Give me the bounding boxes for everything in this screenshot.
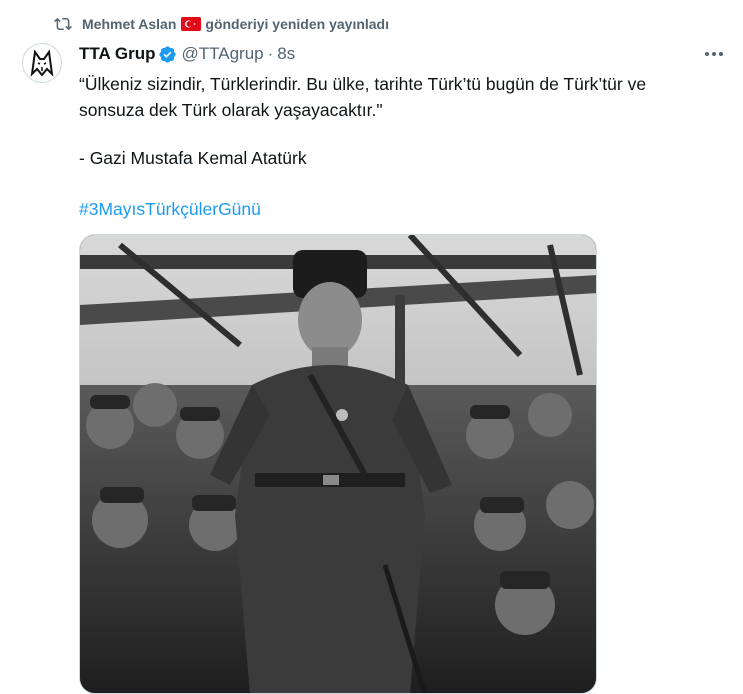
tweet-text-line: “Ülkeniz sizindir, Türklerindir. Bu ülke… xyxy=(79,74,647,94)
wolf-logo-icon xyxy=(30,49,54,77)
repost-indicator[interactable]: Mehmet Aslan gönderiyi yeniden yayınladı xyxy=(54,13,389,35)
repost-icon xyxy=(54,17,72,31)
tweet-photo[interactable] xyxy=(79,234,597,694)
ellipsis-icon xyxy=(705,52,723,56)
repost-action-text: gönderiyi yeniden yayınladı xyxy=(205,16,389,32)
tweet-header: TTA Grup @TTAgrup · 8s xyxy=(79,43,295,65)
verified-badge-icon[interactable] xyxy=(158,45,177,64)
author-handle[interactable]: @TTAgrup xyxy=(181,44,263,64)
hashtag-link[interactable]: #3MayısTürkçülerGünü xyxy=(79,196,261,222)
repost-user-name[interactable]: Mehmet Aslan xyxy=(82,16,176,32)
tweet-text-line: sonsuza dek Türk olarak yaşayacaktır." xyxy=(79,100,383,120)
author-name[interactable]: TTA Grup xyxy=(79,44,155,64)
tweet-timestamp[interactable]: 8s xyxy=(277,44,295,64)
tweet-attribution: - Gazi Mustafa Kemal Atatürk xyxy=(79,148,307,168)
more-options-button[interactable] xyxy=(700,42,728,66)
tweet-text: “Ülkeniz sizindir, Türklerindir. Bu ülke… xyxy=(79,71,729,123)
turkey-flag-icon xyxy=(181,17,202,31)
avatar[interactable] xyxy=(22,43,62,83)
historical-photo-image xyxy=(80,235,596,693)
separator-dot: · xyxy=(267,44,274,63)
